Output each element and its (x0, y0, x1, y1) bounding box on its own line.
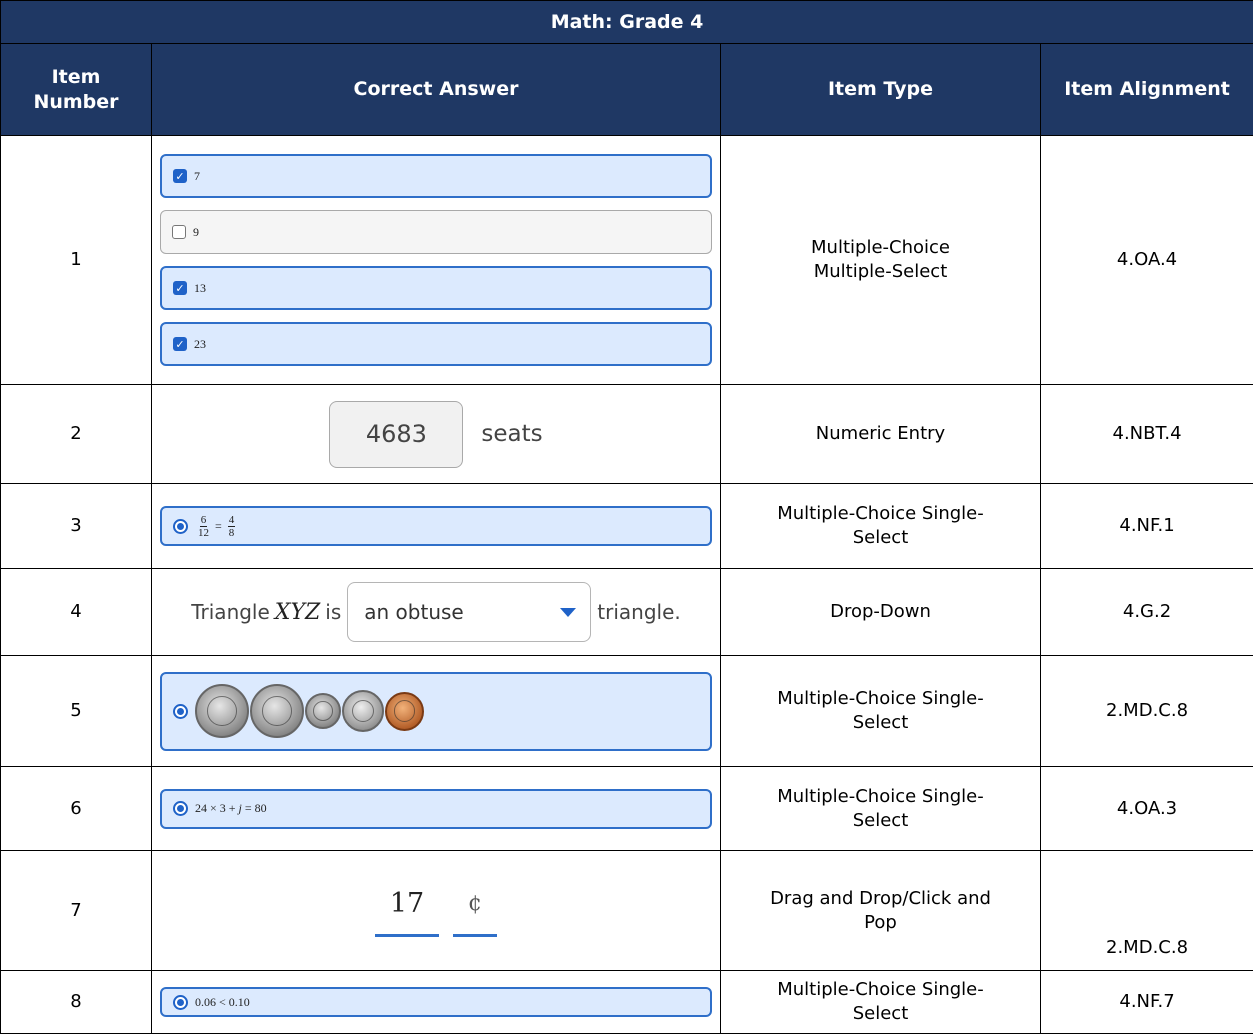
option-label: 13 (194, 280, 206, 295)
item-type: Multiple-Choice Single-Select (720, 483, 1041, 569)
item-type: Numeric Entry (720, 384, 1041, 484)
item-number: 2 (0, 384, 152, 484)
drop-zone-value[interactable]: 17 (375, 884, 439, 937)
table-row: 8 0.06 < 0.10 Multiple-Choice Single-Sel… (0, 970, 1253, 1034)
dropped-value[interactable]: 17 (390, 884, 424, 924)
penny-coin-icon (385, 691, 424, 731)
item-type: Drag and Drop/Click and Pop (720, 850, 1041, 971)
item-number: 8 (0, 970, 152, 1034)
table-row: 4 Triangle XYZ is an obtuse triangle. Dr… (0, 568, 1253, 656)
option-expression: 0.06 < 0.10 (195, 994, 250, 1009)
answer-key-table: Math: Grade 4 Item Number Correct Answer… (0, 0, 1253, 1034)
nickel-coin-icon (342, 690, 384, 732)
header-correct-answer: Correct Answer (151, 43, 721, 136)
item-number: 7 (0, 850, 152, 971)
item-type: Multiple-Choice Multiple-Select (720, 135, 1041, 385)
checkbox-checked-icon[interactable]: ✓ (173, 281, 187, 295)
table-row: 5 Multiple-Choice Single-Select 2.MD.C.8 (0, 655, 1253, 767)
correct-answer-cell: Triangle XYZ is an obtuse triangle. (151, 568, 721, 656)
fraction-right: 4 8 (227, 513, 236, 539)
answer-option[interactable] (160, 671, 712, 751)
table-row: 6 24 × 3 + j = 80 Multiple-Choice Single… (0, 766, 1253, 851)
sentence-suffix: triangle. (597, 600, 681, 624)
dropped-unit[interactable]: ¢ (468, 884, 482, 924)
table-row: 7 17 ¢ Drag and Drop/Click and Pop 2.MD.… (0, 850, 1253, 971)
correct-answer-cell: 4683 seats (151, 384, 721, 484)
radio-selected-icon[interactable] (173, 801, 188, 816)
header-item-number: Item Number (0, 43, 152, 136)
table-row: 3 6 12 = 4 8 Multiple-Choice Single-Sele… (0, 483, 1253, 569)
checkbox-checked-icon[interactable]: ✓ (173, 169, 187, 183)
item-alignment: 4.G.2 (1039, 568, 1253, 656)
dropdown-selected-value: an obtuse (364, 600, 464, 624)
dime-coin-icon (305, 693, 341, 729)
sentence-prefix: Triangle (191, 600, 270, 624)
item-number: 3 (0, 483, 152, 569)
item-alignment: 4.NF.1 (1039, 483, 1253, 569)
fraction-left: 6 12 (198, 513, 209, 539)
quarter-coin-icon (195, 684, 249, 738)
item-alignment: 2.MD.C.8 (1039, 655, 1253, 767)
title-row: Math: Grade 4 (0, 0, 1253, 44)
option-expression: 24 × 3 + j = 80 (195, 801, 267, 815)
correct-answer-cell: ✓ 7 9 ✓ 13 ✓ 23 (151, 135, 721, 385)
correct-answer-cell: 6 12 = 4 8 (151, 483, 721, 569)
table-row: 2 4683 seats Numeric Entry 4.NBT.4 (0, 384, 1253, 484)
triangle-variable: XYZ (274, 599, 321, 625)
item-type: Drop-Down (720, 568, 1041, 656)
equals-sign: = (215, 518, 222, 533)
item-alignment: 4.NBT.4 (1039, 384, 1253, 484)
correct-answer-cell: 24 × 3 + j = 80 (151, 766, 721, 851)
table-row: 1 ✓ 7 9 ✓ 13 ✓ 23 Multiple-Choice Multip… (0, 135, 1253, 385)
option-label: 23 (194, 336, 206, 351)
drop-zone-unit[interactable]: ¢ (453, 884, 497, 937)
answer-option[interactable]: ✓ 23 (160, 322, 712, 366)
unit-label: seats (481, 421, 543, 447)
correct-answer-cell: 0.06 < 0.10 (151, 970, 721, 1034)
item-type: Multiple-Choice Single-Select (720, 766, 1041, 851)
coin-group (195, 684, 425, 738)
checkbox-checked-icon[interactable]: ✓ (173, 337, 187, 351)
item-number: 4 (0, 568, 152, 656)
option-label: 7 (194, 168, 200, 183)
quarter-coin-icon (250, 684, 304, 738)
answer-option[interactable]: 0.06 < 0.10 (160, 987, 712, 1017)
item-alignment: 2.MD.C.8 (1039, 850, 1253, 971)
item-number: 5 (0, 655, 152, 767)
item-alignment: 4.OA.3 (1039, 766, 1253, 851)
answer-option[interactable]: 9 (160, 210, 712, 254)
item-type: Multiple-Choice Single-Select (720, 970, 1041, 1034)
answer-option[interactable]: ✓ 7 (160, 154, 712, 198)
item-alignment: 4.NF.7 (1039, 970, 1253, 1034)
item-alignment: 4.OA.4 (1039, 135, 1253, 385)
answer-dropdown[interactable]: an obtuse (347, 582, 592, 642)
correct-answer-cell: 17 ¢ (151, 850, 721, 971)
correct-answer-cell (151, 655, 721, 767)
radio-selected-icon[interactable] (173, 994, 188, 1010)
header-row: Item Number Correct Answer Item Type Ite… (0, 43, 1253, 136)
header-item-alignment: Item Alignment (1039, 43, 1253, 136)
checkbox-empty-icon[interactable] (172, 225, 186, 239)
radio-selected-icon[interactable] (173, 518, 188, 534)
answer-option[interactable]: 24 × 3 + j = 80 (160, 788, 712, 829)
item-number: 6 (0, 766, 152, 851)
answer-option[interactable]: ✓ 13 (160, 266, 712, 310)
sentence-is: is (325, 600, 342, 624)
numeric-entry-field[interactable]: 4683 (329, 400, 464, 468)
item-number: 1 (0, 135, 152, 385)
header-item-type: Item Type (720, 43, 1041, 136)
caret-down-icon[interactable] (560, 607, 577, 617)
answer-option[interactable]: 6 12 = 4 8 (160, 506, 712, 546)
table-title: Math: Grade 4 (0, 0, 1253, 44)
item-type: Multiple-Choice Single-Select (720, 655, 1041, 767)
option-label: 9 (193, 224, 199, 239)
radio-selected-icon[interactable] (173, 703, 188, 719)
